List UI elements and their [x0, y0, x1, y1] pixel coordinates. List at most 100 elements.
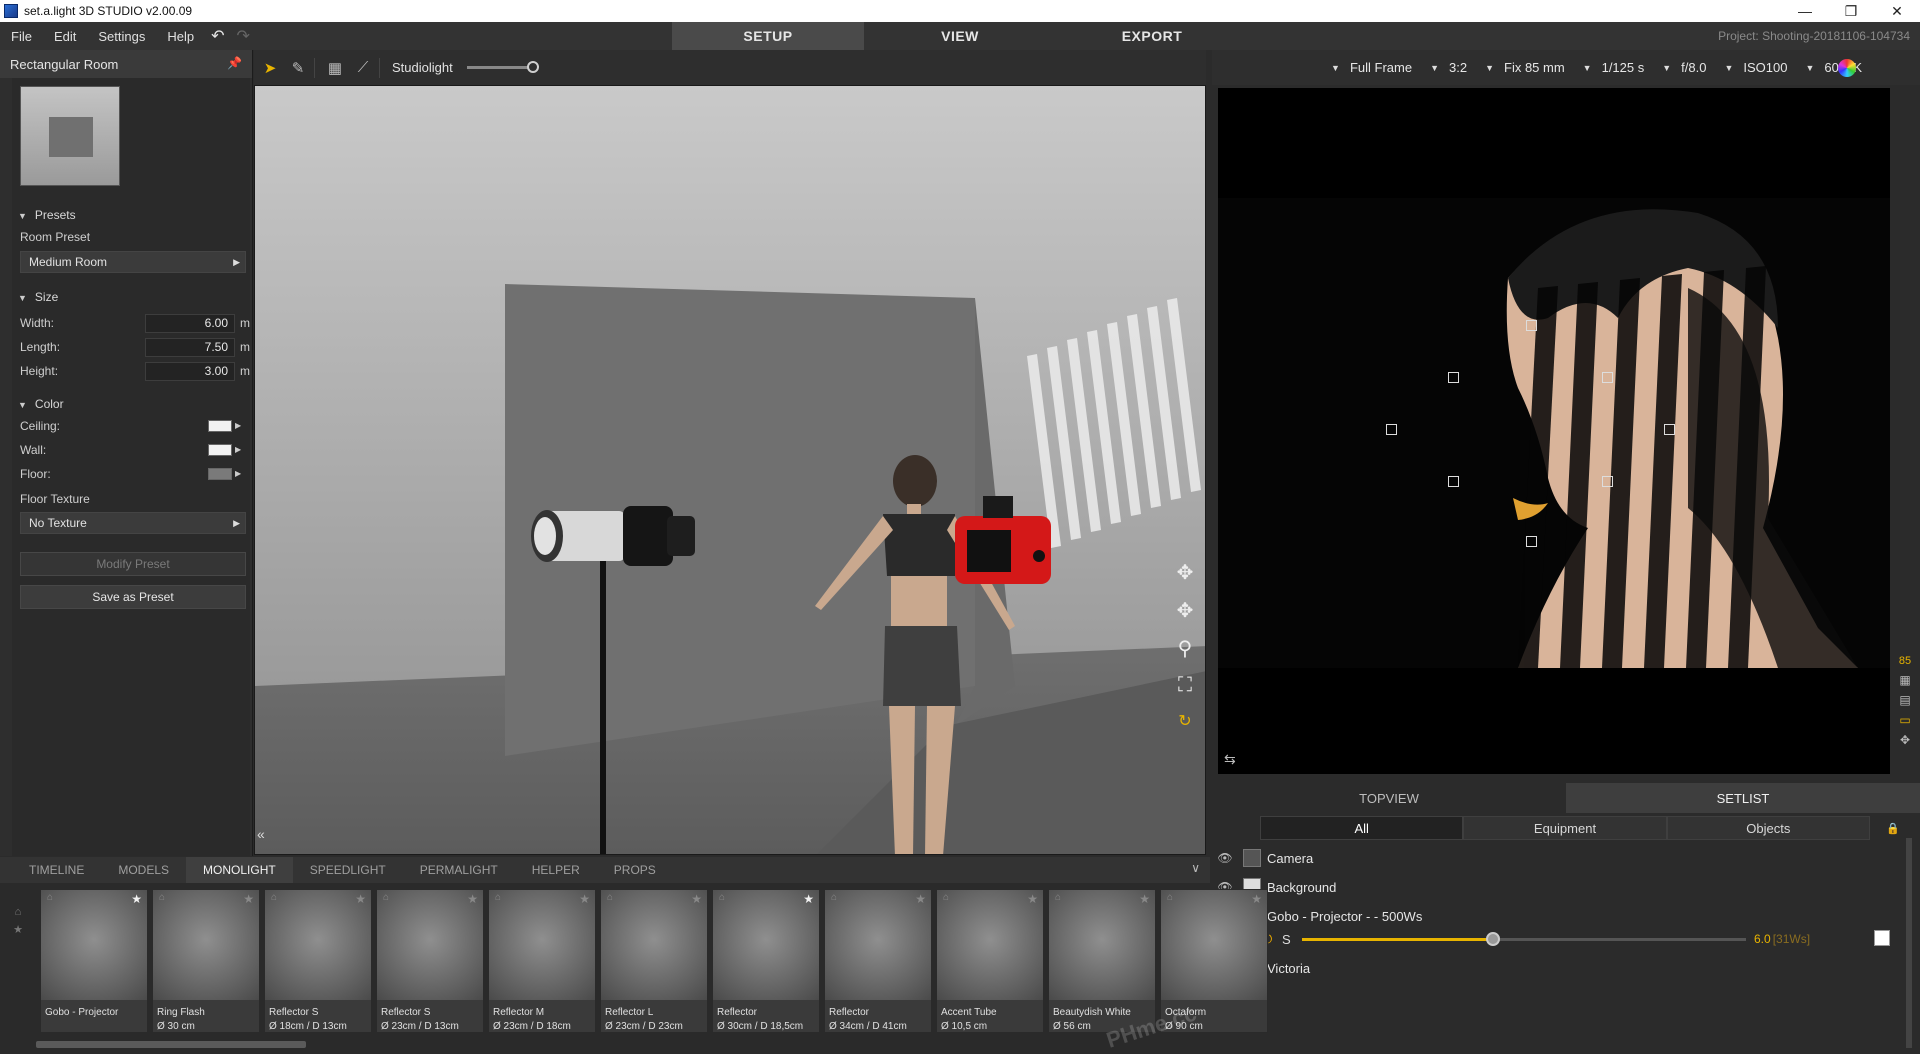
- menu-settings[interactable]: Settings: [87, 29, 156, 44]
- swap-view-icon[interactable]: ⇆: [1224, 751, 1236, 768]
- setlist-row-camera[interactable]: 👁 Camera: [1215, 844, 1905, 872]
- redo-icon[interactable]: ↷: [231, 26, 256, 46]
- tab-models[interactable]: MODELS: [101, 857, 186, 883]
- tab-props[interactable]: PROPS: [597, 857, 673, 883]
- tab-setup[interactable]: SETUP: [672, 22, 864, 50]
- setlist-row-background[interactable]: 👁 Background: [1215, 873, 1905, 901]
- floor-color-swatch[interactable]: [208, 468, 232, 480]
- setlist-scrollbar[interactable]: [1906, 838, 1912, 1048]
- pin-icon[interactable]: 📌: [227, 56, 242, 70]
- favorite-star-icon[interactable]: ★: [10, 921, 26, 939]
- lock-icon[interactable]: 🔒: [1886, 822, 1900, 835]
- tab-monolight[interactable]: MONOLIGHT: [186, 857, 293, 883]
- power-slider-knob[interactable]: [1485, 931, 1500, 946]
- focus-point-handle[interactable]: [1664, 424, 1675, 435]
- iso-select[interactable]: ▼ ISO100: [1724, 60, 1787, 75]
- favorite-star-icon[interactable]: ★: [579, 892, 590, 906]
- collapse-triangle-icon[interactable]: ▼: [18, 400, 27, 410]
- favorite-star-icon[interactable]: ★: [691, 892, 702, 906]
- fit-view-icon[interactable]: ⛶: [1171, 674, 1199, 697]
- visibility-eye-icon[interactable]: 👁: [1215, 851, 1235, 865]
- gel-color-icon[interactable]: [1874, 930, 1890, 946]
- tab-export[interactable]: EXPORT: [1056, 22, 1248, 50]
- aspect-ratio-select[interactable]: ▼ 3:2: [1430, 60, 1467, 75]
- sensor-format-select[interactable]: ▼ Full Frame: [1331, 60, 1412, 75]
- restore-icon[interactable]: ❐: [1828, 0, 1874, 22]
- aperture-select[interactable]: ▼ f/8.0: [1662, 60, 1706, 75]
- shutter-select[interactable]: ▼ 1/125 s: [1583, 60, 1645, 75]
- presets-section[interactable]: ▼ Presets: [18, 208, 76, 222]
- grid-overlay-icon[interactable]: ▦: [1892, 673, 1918, 687]
- color-wheel-icon[interactable]: [1838, 59, 1856, 77]
- focus-point-handle[interactable]: [1602, 476, 1613, 487]
- filter-objects[interactable]: Objects: [1666, 816, 1870, 840]
- chevron-right-icon[interactable]: ▶: [235, 445, 241, 454]
- favorite-star-icon[interactable]: ★: [467, 892, 478, 906]
- tab-speedlight[interactable]: SPEEDLIGHT: [293, 857, 403, 883]
- equipment-card[interactable]: ⌂ ★ Gobo - Projector: [40, 889, 148, 1033]
- histogram-icon[interactable]: ▤: [1892, 693, 1918, 707]
- equipment-card[interactable]: ⌂ ★ Reflector M Ø 23cm / D 18cm: [488, 889, 596, 1033]
- equipment-card[interactable]: ⌂ ★ Reflector L Ø 23cm / D 23cm: [600, 889, 708, 1033]
- tab-timeline[interactable]: TIMELINE: [12, 857, 101, 883]
- frame-icon[interactable]: ▭: [1892, 713, 1918, 727]
- tab-setlist[interactable]: SETLIST: [1566, 783, 1920, 813]
- reset-view-icon[interactable]: ↻: [1171, 711, 1199, 731]
- focus-point-handle[interactable]: [1602, 372, 1613, 383]
- tab-permalight[interactable]: PERMALIGHT: [403, 857, 515, 883]
- modify-preset-button[interactable]: Modify Preset: [20, 552, 246, 576]
- favorite-star-icon[interactable]: ★: [803, 892, 814, 906]
- tab-view[interactable]: VIEW: [864, 22, 1056, 50]
- navigate-icon[interactable]: ✥: [1892, 733, 1918, 747]
- pan-icon[interactable]: ✥: [1171, 598, 1199, 623]
- collapse-down-icon[interactable]: ∨: [1191, 861, 1200, 875]
- line-icon[interactable]: ⟋: [351, 56, 375, 80]
- equipment-card[interactable]: ⌂ ★ Reflector S Ø 23cm / D 13cm: [376, 889, 484, 1033]
- filter-all[interactable]: All: [1260, 816, 1464, 840]
- save-as-preset-button[interactable]: Save as Preset: [20, 585, 246, 609]
- favorite-star-icon[interactable]: ★: [1139, 892, 1150, 906]
- height-field[interactable]: 3.00: [145, 362, 235, 381]
- equipment-card[interactable]: ⌂ ★ Beautydish White Ø 56 cm: [1048, 889, 1156, 1033]
- focus-point-handle[interactable]: [1448, 372, 1459, 383]
- room-preset-dropdown[interactable]: Medium Room ▶: [20, 251, 246, 273]
- studiolight-slider[interactable]: [466, 61, 539, 73]
- equipment-card[interactable]: ⌂ ★ Accent Tube Ø 10,5 cm: [936, 889, 1044, 1033]
- collapse-left-icon[interactable]: «: [257, 826, 275, 846]
- power-slider[interactable]: [1302, 931, 1746, 946]
- camera-preview[interactable]: ⇆: [1218, 88, 1890, 774]
- orbit-icon[interactable]: ✥: [1171, 560, 1199, 585]
- menu-edit[interactable]: Edit: [43, 29, 87, 44]
- collapse-triangle-icon[interactable]: ▼: [18, 211, 27, 221]
- menu-file[interactable]: File: [0, 29, 43, 44]
- menu-help[interactable]: Help: [156, 29, 205, 44]
- filter-equipment[interactable]: Equipment: [1463, 816, 1667, 840]
- focus-point-handle[interactable]: [1526, 536, 1537, 547]
- 3d-viewport[interactable]: ✥ ✥ ⚲ ⛶ ↻ «: [254, 85, 1206, 855]
- wall-color-swatch[interactable]: [208, 444, 232, 456]
- focus-point-handle[interactable]: [1448, 476, 1459, 487]
- close-icon[interactable]: ✕: [1874, 0, 1920, 22]
- focus-point-handle[interactable]: [1386, 424, 1397, 435]
- minimize-icon[interactable]: —: [1782, 0, 1828, 22]
- width-field[interactable]: 6.00: [145, 314, 235, 333]
- equipment-card[interactable]: ⌂ ★ Reflector Ø 30cm / D 18,5cm: [712, 889, 820, 1033]
- floor-texture-dropdown[interactable]: No Texture ▶: [20, 512, 246, 534]
- favorite-star-icon[interactable]: ★: [243, 892, 254, 906]
- chevron-right-icon[interactable]: ▶: [235, 469, 241, 478]
- favorite-star-icon[interactable]: ★: [915, 892, 926, 906]
- length-field[interactable]: 7.50: [145, 338, 235, 357]
- setlist-row-model[interactable]: 👁 Victoria: [1215, 954, 1905, 982]
- equipment-card[interactable]: ⌂ ★ Reflector Ø 34cm / D 41cm: [824, 889, 932, 1033]
- tray-scrollbar[interactable]: [36, 1041, 306, 1048]
- tab-topview[interactable]: TOPVIEW: [1212, 783, 1566, 813]
- measure-icon[interactable]: ✎: [286, 56, 310, 80]
- equipment-card[interactable]: ⌂ ★ Reflector S Ø 18cm / D 13cm: [264, 889, 372, 1033]
- zoom-icon[interactable]: ⚲: [1171, 636, 1199, 661]
- favorite-star-icon[interactable]: ★: [1251, 892, 1262, 906]
- home-icon[interactable]: ⌂: [10, 903, 26, 921]
- chevron-right-icon[interactable]: ▶: [235, 421, 241, 430]
- slider-knob[interactable]: [526, 61, 539, 73]
- collapse-triangle-icon[interactable]: ▼: [18, 293, 27, 303]
- size-section[interactable]: ▼ Size: [18, 290, 58, 304]
